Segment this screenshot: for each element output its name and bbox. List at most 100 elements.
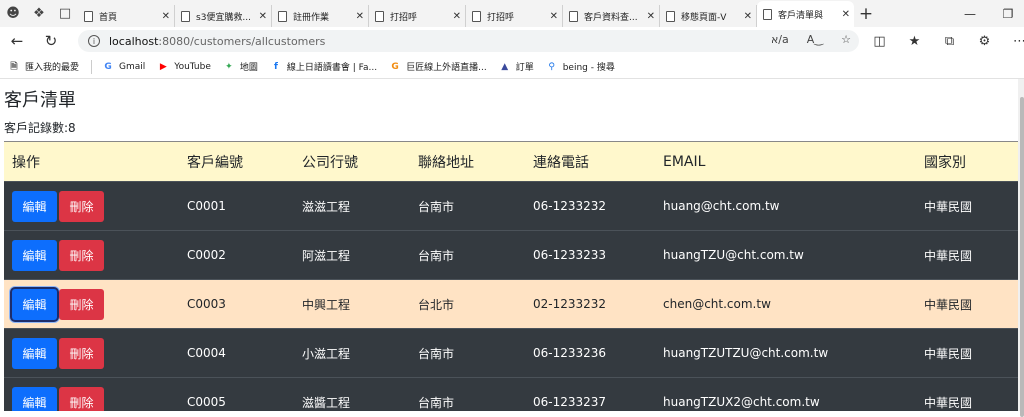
scrollbar[interactable] bbox=[1018, 79, 1024, 417]
country-cell: 中華民國 bbox=[924, 395, 973, 410]
bookmark-label: 匯入我的最愛 bbox=[25, 63, 80, 73]
company-cell: 中興工程 bbox=[302, 297, 351, 312]
company-cell: 阿滋工程 bbox=[302, 248, 351, 263]
refresh-icon[interactable]: ↻ bbox=[34, 27, 68, 55]
edit-button[interactable]: 編輯 bbox=[12, 386, 57, 411]
minimize-icon[interactable]: — bbox=[948, 0, 992, 27]
edit-button[interactable]: 編輯 bbox=[12, 190, 57, 222]
page-icon bbox=[84, 10, 93, 22]
browser-tab[interactable]: 打招呼 ✕ bbox=[466, 5, 563, 27]
close-icon[interactable]: ✕ bbox=[550, 11, 558, 22]
country-cell: 中華民國 bbox=[924, 248, 973, 263]
delete-button[interactable]: 刪除 bbox=[59, 190, 104, 222]
bookmark-item[interactable]: f 線上日語讀書會 | Fa... bbox=[270, 60, 378, 74]
edit-button[interactable]: 編輯 bbox=[12, 288, 57, 320]
bookmark-divider bbox=[91, 59, 93, 74]
url-field[interactable]: i localhost:8080/customers/allcustomers … bbox=[78, 30, 859, 52]
tab-strip: ☻ ❖ □ 首頁 ✕ s3便宜購救... ✕ 註冊作業 ✕ 打招呼 ✕ 打招呼 ✕ 客戶資料查...… bbox=[0, 0, 1024, 27]
delete-button[interactable]: 刪除 bbox=[59, 239, 104, 271]
profile-icon[interactable]: ☻ bbox=[0, 1, 26, 27]
page-icon bbox=[569, 10, 578, 22]
delete-button[interactable]: 刪除 bbox=[59, 386, 104, 411]
back-icon[interactable]: ← bbox=[0, 27, 34, 55]
country-cell: 中華民國 bbox=[924, 297, 973, 312]
url-path: :8080/customers/allcustomers bbox=[158, 34, 326, 48]
tab-title: 移態頁面-V bbox=[681, 12, 727, 23]
browser-tab[interactable]: 首頁 ✕ bbox=[78, 5, 175, 27]
header-email: EMAIL bbox=[663, 153, 706, 170]
address-cell: 台南市 bbox=[418, 199, 455, 214]
header-address: 聯絡地址 bbox=[418, 154, 474, 171]
close-icon[interactable]: ✕ bbox=[162, 11, 170, 22]
close-icon[interactable]: ✕ bbox=[647, 11, 655, 22]
facebook-icon: f bbox=[273, 61, 278, 72]
table-row: 編輯 刪除 C0005 滋醬工程 台南市 06-1233237 huangTZUX2@cht… bbox=[4, 377, 1018, 411]
phone-cell: 06-1233233 bbox=[533, 248, 607, 262]
scrollbar-thumb[interactable] bbox=[1020, 97, 1024, 417]
bookmark-item[interactable]: ▶ YouTube bbox=[157, 62, 211, 72]
close-icon[interactable]: ✕ bbox=[259, 11, 267, 22]
split-screen-icon[interactable]: ◫ bbox=[862, 34, 897, 49]
company-cell: 小滋工程 bbox=[302, 346, 351, 361]
close-icon[interactable]: ✕ bbox=[744, 11, 752, 22]
browser-tab[interactable]: 移態頁面-V ✕ bbox=[660, 5, 757, 27]
bookmark-label: 地圖 bbox=[239, 63, 258, 73]
favorites-icon[interactable]: ★ bbox=[897, 34, 932, 49]
customer-id-cell: C0004 bbox=[187, 346, 226, 360]
bookmark-item[interactable]: G 巨匠線上外語直播... bbox=[389, 60, 487, 74]
actions-cell: 編輯 刪除 bbox=[4, 231, 179, 280]
tab-title: 客戶清單與 bbox=[778, 10, 824, 21]
extensions-icon[interactable]: ⚙ bbox=[967, 34, 1002, 49]
bookmark-item[interactable]: G Gmail bbox=[102, 62, 145, 72]
translate-icon[interactable]: א∕a bbox=[771, 33, 789, 46]
browser-tab[interactable]: 客戶資料查... ✕ bbox=[563, 5, 660, 27]
country-cell: 中華民國 bbox=[924, 199, 973, 214]
browser-tab[interactable]: 註冊作業 ✕ bbox=[272, 5, 369, 27]
restore-icon[interactable]: ❐ bbox=[992, 0, 1024, 27]
workspaces-icon[interactable]: ❖ bbox=[26, 1, 52, 27]
table-row: 編輯 刪除 C0001 滋滋工程 台南市 06-1233232 huang@cht.com.… bbox=[4, 181, 1018, 231]
page-icon bbox=[472, 10, 481, 22]
more-menu-icon[interactable]: ⋯ bbox=[1002, 34, 1024, 49]
bookmark-label: YouTube bbox=[174, 61, 211, 72]
address-cell: 台南市 bbox=[418, 248, 455, 263]
close-icon[interactable]: ✕ bbox=[356, 11, 364, 22]
page-icon bbox=[375, 10, 384, 22]
browser-tab[interactable]: 打招呼 ✕ bbox=[369, 5, 466, 27]
tab-title: 打招呼 bbox=[390, 12, 418, 23]
read-aloud-icon[interactable]: A‿ bbox=[807, 33, 823, 46]
page-title: 客戶清單 bbox=[4, 90, 76, 111]
bookmark-item[interactable]: 🗎 匯入我的最愛 bbox=[8, 60, 80, 74]
tab-actions-icon[interactable]: □ bbox=[52, 1, 78, 27]
table-header-row: 操作 客戶編號 公司行號 聯絡地址 連絡電話 EMAIL 國家別 bbox=[4, 141, 1018, 182]
bookmark-label: 線上日語讀書會 | Fa... bbox=[286, 63, 378, 73]
phone-cell: 06-1233236 bbox=[533, 346, 607, 360]
browser-tab[interactable]: 客戶清單與 ✕ bbox=[757, 1, 854, 27]
bookmark-item[interactable]: ▲ 訂單 bbox=[499, 60, 533, 74]
edit-button[interactable]: 編輯 bbox=[12, 239, 57, 271]
new-tab-button[interactable]: + bbox=[854, 4, 878, 24]
info-icon[interactable]: i bbox=[88, 35, 100, 47]
actions-cell: 編輯 刪除 bbox=[4, 378, 179, 411]
close-icon[interactable]: ✕ bbox=[842, 9, 850, 20]
table-row: 編輯 刪除 C0003 中興工程 台北市 02-1233232 chen@cht.com.t… bbox=[4, 279, 1018, 329]
favorite-star-icon[interactable]: ☆ bbox=[841, 33, 851, 46]
collections-icon[interactable]: ⧉ bbox=[932, 34, 967, 49]
page-icon bbox=[181, 10, 190, 22]
order-icon: ▲ bbox=[501, 61, 509, 72]
bookmark-item[interactable]: ✦ 地圖 bbox=[223, 60, 258, 74]
delete-button[interactable]: 刪除 bbox=[59, 288, 104, 320]
bookmark-label: 巨匠線上外語直播... bbox=[406, 63, 487, 73]
page-content: 客戶清單 客戶記錄數:8 操作 客戶編號 公司行號 聯絡地址 連絡電話 EMAI… bbox=[0, 79, 1018, 411]
browser-tab[interactable]: s3便宜購救... ✕ bbox=[175, 5, 272, 27]
actions-cell: 編輯 刪除 bbox=[4, 329, 179, 378]
delete-button[interactable]: 刪除 bbox=[59, 337, 104, 369]
google-icon: G bbox=[104, 61, 112, 72]
bookmark-item[interactable]: ⚲ being - 搜尋 bbox=[546, 60, 614, 74]
edit-button[interactable]: 編輯 bbox=[12, 337, 57, 369]
customer-id-cell: C0002 bbox=[187, 248, 226, 262]
country-cell: 中華民國 bbox=[924, 346, 973, 361]
header-customer-id: 客戶編號 bbox=[187, 154, 243, 171]
close-icon[interactable]: ✕ bbox=[453, 11, 461, 22]
header-phone: 連絡電話 bbox=[533, 154, 589, 171]
